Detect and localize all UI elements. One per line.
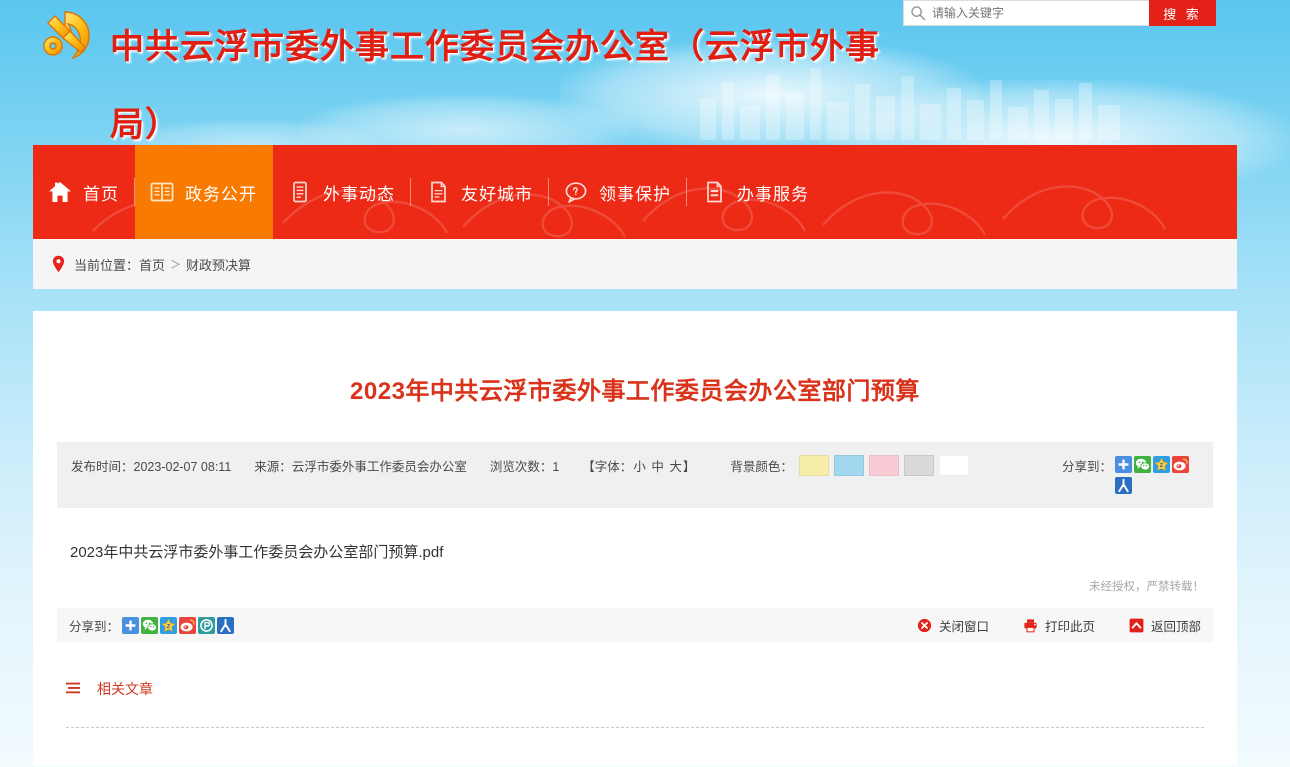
nav-label: 领事保护 [599, 184, 671, 204]
article-title: 2023年中共云浮市委外事工作委员会办公室部门预算 [350, 378, 920, 405]
search-icon [910, 5, 926, 21]
breadcrumb-home-link[interactable]: 首页 [139, 255, 165, 274]
page-column: 首页 政务公开 外事动态 友好城市 领事保护 办事服务 当前位置： 首页 ＞ 财… [33, 145, 1237, 766]
qzone-icon[interactable]: Z [1153, 456, 1170, 473]
wechat-icon[interactable] [141, 616, 159, 634]
search-button[interactable]: 搜 索 [1149, 0, 1216, 26]
book-icon [149, 179, 175, 205]
publish-time: 发布时间：2023-02-07 08:11 [71, 456, 231, 475]
nav-label: 友好城市 [461, 184, 533, 204]
svg-text:Z: Z [1160, 463, 1164, 469]
back-to-top-label: 返回顶部 [1150, 619, 1201, 634]
renren-icon[interactable] [217, 616, 235, 634]
close-circle-icon [917, 618, 932, 633]
weibo-icon[interactable] [1172, 456, 1189, 473]
article-footer-bar: 分享到： Z 关闭窗口 打印此页 返回顶部 [57, 608, 1213, 642]
footer-share-group: 分享到： Z [69, 616, 236, 635]
nav-label: 政务公开 [185, 184, 257, 204]
qzone-icon[interactable]: Z [160, 616, 178, 634]
source-label: 来源： [254, 460, 292, 474]
share-label: 分享到： [1061, 460, 1112, 474]
font-size-prefix: 【字体： [582, 460, 633, 474]
document-icon [287, 179, 313, 205]
svg-text:Z: Z [167, 624, 171, 630]
font-size-suffix: 】 [682, 460, 696, 474]
nav-label: 办事服务 [737, 184, 809, 204]
attachment-link-pdf[interactable]: 2023年中共云浮市委外事工作委员会办公室部门预算.pdf [70, 544, 443, 561]
meta-share-group: 分享到： Z [1062, 455, 1199, 498]
nav-item-home[interactable]: 首页 [33, 145, 135, 239]
font-size-large[interactable]: 大 [669, 460, 682, 474]
nav-label: 外事动态 [323, 184, 395, 204]
nav-item-foreign-affairs-news[interactable]: 外事动态 [273, 145, 411, 239]
speech-bubble-icon [563, 179, 589, 205]
views-value: 1 [552, 460, 560, 474]
background-color-label: 背景颜色： [730, 460, 793, 474]
attachment-area: 2023年中共云浮市委外事工作委员会办公室部门预算.pdf [33, 508, 1237, 565]
font-size-medium[interactable]: 中 [651, 460, 664, 474]
cpc-emblem-icon [27, 6, 105, 66]
nav-item-government-disclosure[interactable]: 政务公开 [135, 145, 273, 239]
search-field[interactable] [903, 0, 1149, 26]
back-to-top-button[interactable]: 返回顶部 [1129, 616, 1201, 635]
list-lines-icon [66, 682, 83, 696]
related-articles-label: 相关文章 [97, 681, 153, 697]
source-value: 云浮市委外事工作委员会办公室 [291, 460, 467, 474]
content-card: 2023年中共云浮市委外事工作委员会办公室部门预算 发布时间：2023-02-0… [33, 311, 1237, 766]
form-icon [701, 179, 727, 205]
print-page-button[interactable]: 打印此页 [1023, 616, 1095, 635]
font-size-controls: 【字体：小 中 大】 [582, 456, 695, 475]
nav-item-services[interactable]: 办事服务 [687, 145, 825, 239]
wechat-icon[interactable] [1134, 456, 1151, 473]
print-page-label: 打印此页 [1044, 619, 1095, 634]
breadcrumb-prefix: 当前位置： [74, 257, 140, 273]
close-window-button[interactable]: 关闭窗口 [917, 616, 989, 635]
footer-share-label: 分享到： [69, 619, 120, 634]
home-icon [47, 179, 73, 205]
jiathis-plus-icon[interactable] [1115, 456, 1132, 473]
related-articles-list [33, 728, 1237, 766]
related-articles-header: 相关文章 [33, 642, 1237, 699]
publish-time-label: 发布时间： [71, 460, 134, 474]
location-pin-icon [52, 255, 65, 273]
main-navigation: 首页 政务公开 外事动态 友好城市 领事保护 办事服务 [33, 145, 1237, 239]
douban-icon[interactable] [198, 616, 216, 634]
site-title: 中共云浮市委外事工作委员会办公室（云浮市外事局） [110, 28, 880, 144]
printer-icon [1023, 618, 1038, 633]
search-bar[interactable]: 搜 索 [903, 0, 1216, 26]
copyright-notice: 未经授权，严禁转载！ [1089, 581, 1204, 593]
footer-actions: 关闭窗口 打印此页 返回顶部 [883, 616, 1201, 635]
publish-time-value: 2023-02-07 08:11 [133, 460, 232, 474]
bg-swatch-white[interactable] [938, 455, 969, 476]
meta-left-group: 发布时间：2023-02-07 08:11 来源：云浮市委外事工作委员会办公室 … [71, 455, 1062, 476]
jiathis-plus-icon[interactable] [122, 616, 140, 634]
bg-swatch-gray[interactable] [903, 455, 934, 476]
bg-swatch-blue[interactable] [833, 455, 864, 476]
site-header: 中共云浮市委外事工作委员会办公室（云浮市外事局） 搜 索 [0, 0, 1290, 145]
breadcrumb-separator: ＞ [170, 259, 182, 271]
share-icon-list: Z [1115, 456, 1199, 498]
nav-label: 首页 [83, 184, 119, 204]
font-size-small[interactable]: 小 [633, 460, 646, 474]
breadcrumb: 当前位置： 首页 ＞ 财政预决算 [33, 239, 1237, 289]
renren-icon[interactable] [1115, 477, 1132, 494]
bg-swatch-yellow[interactable] [798, 455, 829, 476]
nav-item-consular-protection[interactable]: 领事保护 [549, 145, 687, 239]
close-window-label: 关闭窗口 [938, 619, 989, 634]
weibo-icon[interactable] [179, 616, 197, 634]
bg-swatch-pink[interactable] [868, 455, 899, 476]
views-label: 浏览次数： [489, 460, 553, 474]
breadcrumb-current: 财政预决算 [186, 257, 252, 273]
background-color-controls: 背景颜色： [730, 455, 974, 476]
page-icon [425, 179, 451, 205]
search-input[interactable] [932, 2, 1149, 24]
views: 浏览次数：1 [490, 456, 559, 475]
source: 来源：云浮市委外事工作委员会办公室 [254, 456, 467, 475]
arrow-up-icon [1129, 618, 1144, 633]
nav-item-friendly-cities[interactable]: 友好城市 [411, 145, 549, 239]
article-meta-bar: 发布时间：2023-02-07 08:11 来源：云浮市委外事工作委员会办公室 … [57, 442, 1213, 508]
